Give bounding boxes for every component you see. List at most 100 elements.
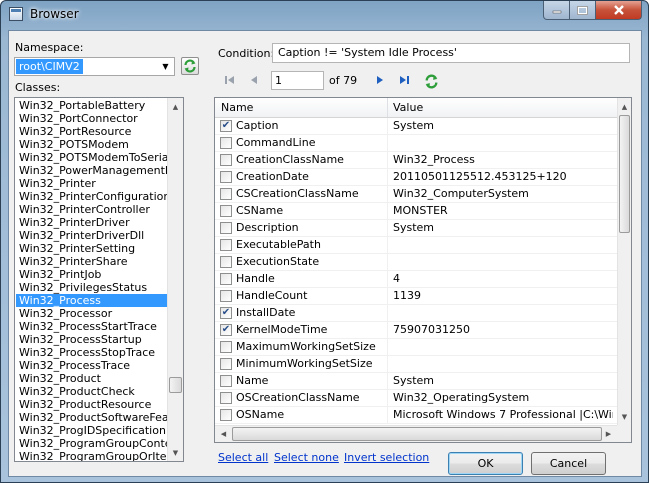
class-list-item[interactable]: Win32_ProcessStopTrace <box>16 346 155 359</box>
class-list-item[interactable]: Win32_ProgramGroupOrItem <box>16 450 177 461</box>
grid-row[interactable]: Handle 4 <box>215 271 617 288</box>
select-none-link[interactable]: Select none <box>274 451 339 464</box>
class-list-item[interactable]: Win32_ProcessTrace <box>16 359 130 372</box>
class-list-item[interactable]: Win32_PrinterController <box>16 203 150 216</box>
column-header-name[interactable]: Name <box>215 98 253 117</box>
namespace-combo[interactable]: root\CIMV2 ▼ <box>14 57 175 76</box>
grid-vscroll-thumb[interactable] <box>619 115 630 233</box>
title-bar[interactable]: Browser <box>1 1 648 29</box>
grid-row[interactable]: CSCreationClassName Win32_ComputerSystem <box>215 186 617 203</box>
scroll-up-icon[interactable]: ▲ <box>168 98 183 115</box>
property-checkbox[interactable]: ✔ <box>220 120 232 132</box>
maximize-button[interactable] <box>570 1 596 20</box>
grid-row[interactable]: CommandLine <box>215 135 617 152</box>
chevron-down-icon[interactable]: ▼ <box>159 60 172 73</box>
grid-row[interactable]: ExecutionState <box>215 254 617 271</box>
property-value[interactable]: Win32_Process <box>393 152 613 168</box>
property-value[interactable]: System <box>393 220 613 236</box>
ok-button[interactable]: OK <box>448 452 523 475</box>
class-list-item[interactable]: Win32_Printer <box>16 177 96 190</box>
next-page-icon[interactable] <box>373 73 387 87</box>
grid-row[interactable]: OSName Microsoft Windows 7 Professional |… <box>215 407 617 424</box>
properties-grid[interactable]: Name Value ✔ Caption System CommandLine Crea… <box>214 97 632 443</box>
column-header-value[interactable]: Value <box>387 98 423 117</box>
grid-row[interactable]: ✔ KernelModeTime 75907031250 <box>215 322 617 339</box>
property-value[interactable]: Win32_OperatingSystem <box>393 390 613 406</box>
class-list-item[interactable]: Win32_PrinterShare <box>16 255 128 268</box>
class-list-item[interactable]: Win32_ProductResource <box>16 398 151 411</box>
classes-scroll-thumb[interactable] <box>169 377 182 393</box>
minimize-button[interactable] <box>543 1 570 20</box>
last-page-icon[interactable] <box>397 73 411 87</box>
class-list-item[interactable]: Win32_Product <box>16 372 101 385</box>
property-value[interactable]: Microsoft Windows 7 Professional |C:\Win… <box>393 407 613 423</box>
grid-row[interactable]: Description System <box>215 220 617 237</box>
class-list-item[interactable]: Win32_PortableBattery <box>16 99 145 112</box>
scroll-up-icon[interactable]: ▲ <box>618 98 631 115</box>
grid-row[interactable]: OSCreationClassName Win32_OperatingSystem <box>215 390 617 407</box>
grid-row[interactable]: MinimumWorkingSetSize <box>215 356 617 373</box>
property-checkbox[interactable] <box>220 290 232 302</box>
class-list-item[interactable]: Win32_PrinterDriverDll <box>16 229 144 242</box>
grid-row[interactable]: ✔ InstallDate <box>215 305 617 322</box>
property-checkbox[interactable] <box>220 188 232 200</box>
grid-row[interactable]: CreationDate 20110501125512.453125+120 <box>215 169 617 186</box>
class-list-item[interactable]: Win32_PortResource <box>16 125 131 138</box>
property-checkbox[interactable] <box>220 256 232 268</box>
property-checkbox[interactable] <box>220 392 232 404</box>
grid-horizontal-scrollbar[interactable]: ◀ ▶ <box>215 425 617 442</box>
class-list-item[interactable]: Win32_PrinterSetting <box>16 242 135 255</box>
grid-row[interactable]: CSName MONSTER <box>215 203 617 220</box>
property-checkbox[interactable]: ✔ <box>220 307 232 319</box>
class-list-item[interactable]: Win32_PortConnector <box>16 112 138 125</box>
grid-row[interactable]: Name System <box>215 373 617 390</box>
classes-scrollbar[interactable]: ▲ ▼ <box>167 98 183 461</box>
cancel-button[interactable]: Cancel <box>531 452 606 475</box>
property-checkbox[interactable]: ✔ <box>220 324 232 336</box>
property-checkbox[interactable] <box>220 137 232 149</box>
class-list-item[interactable]: Win32_PrinterConfiguration <box>16 190 170 203</box>
first-page-icon[interactable] <box>223 73 237 87</box>
grid-hscroll-thumb[interactable] <box>232 427 602 441</box>
classes-listbox[interactable]: Win32_PortableBattery Win32_PortConnector… <box>14 97 184 462</box>
property-value[interactable]: 20110501125512.453125+120 <box>393 169 613 185</box>
property-value[interactable]: 1139 <box>393 288 613 304</box>
class-list-item[interactable]: Win32_PrintJob <box>16 268 101 281</box>
property-value[interactable]: System <box>393 373 613 389</box>
grid-row[interactable]: ✔ Caption System <box>215 118 617 135</box>
property-checkbox[interactable] <box>220 409 232 421</box>
property-value[interactable]: 75907031250 <box>393 322 613 338</box>
class-list-item[interactable]: Win32_ProgramGroupContents <box>16 437 183 450</box>
scroll-down-icon[interactable]: ▼ <box>618 408 631 425</box>
grid-row[interactable]: HandleCount 1139 <box>215 288 617 305</box>
property-checkbox[interactable] <box>220 375 232 387</box>
property-checkbox[interactable] <box>220 341 232 353</box>
property-checkbox[interactable] <box>220 358 232 370</box>
condition-input[interactable]: Caption != 'System Idle Process' <box>272 43 630 63</box>
grid-row[interactable]: CreationClassName Win32_Process <box>215 152 617 169</box>
class-list-item[interactable]: Win32_PrivilegesStatus <box>16 281 147 294</box>
class-list-item[interactable]: Win32_ProcessStartTrace <box>16 320 157 333</box>
class-list-item[interactable]: Win32_PrinterDriver <box>16 216 130 229</box>
scroll-right-icon[interactable]: ▶ <box>600 426 617 442</box>
previous-page-icon[interactable] <box>247 73 261 87</box>
property-value[interactable]: 4 <box>393 271 613 287</box>
property-checkbox[interactable] <box>220 171 232 183</box>
select-all-link[interactable]: Select all <box>218 451 268 464</box>
property-checkbox[interactable] <box>220 222 232 234</box>
class-list-item[interactable]: Win32_Processor <box>16 307 112 320</box>
namespace-refresh-button[interactable] <box>181 57 199 75</box>
grid-row[interactable]: MaximumWorkingSetSize <box>215 339 617 356</box>
class-list-item[interactable]: Win32_ProductSoftwareFeatures <box>16 411 183 424</box>
class-list-item[interactable]: Win32_POTSModemToSerialPort <box>16 151 183 164</box>
class-list-item[interactable]: Win32_Process <box>16 294 183 307</box>
scroll-down-icon[interactable]: ▼ <box>168 444 183 461</box>
property-value[interactable]: MONSTER <box>393 203 613 219</box>
grid-vertical-scrollbar[interactable]: ▲ ▼ <box>617 98 631 425</box>
property-checkbox[interactable] <box>220 273 232 285</box>
invert-selection-link[interactable]: Invert selection <box>344 451 429 464</box>
class-list-item[interactable]: Win32_ProductCheck <box>16 385 135 398</box>
property-checkbox[interactable] <box>220 205 232 217</box>
property-value[interactable]: System <box>393 118 613 134</box>
property-value[interactable]: Win32_ComputerSystem <box>393 186 613 202</box>
